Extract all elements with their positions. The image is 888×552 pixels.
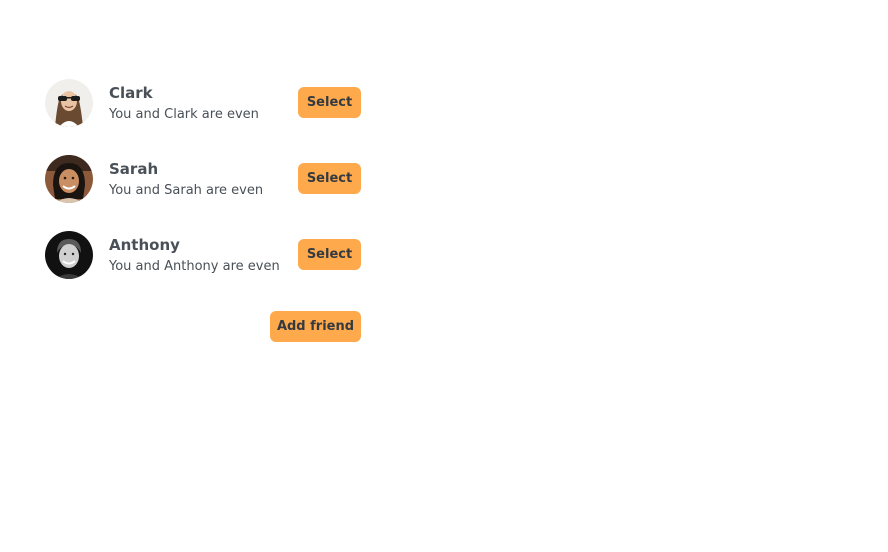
select-button-anthony[interactable]: Select xyxy=(298,239,361,270)
friend-balance: You and Clark are even xyxy=(109,107,259,122)
friend-info: Clark You and Clark are even xyxy=(109,82,259,124)
friend-name: Clark xyxy=(109,84,153,102)
avatar-anthony xyxy=(45,231,93,279)
add-friend-button[interactable]: Add friend xyxy=(270,311,361,342)
select-button-clark[interactable]: Select xyxy=(298,87,361,118)
friend-item-sarah: Sarah You and Sarah are even Select xyxy=(45,152,361,228)
friend-item-clark: Clark You and Clark are even Select xyxy=(45,76,361,152)
select-button-sarah[interactable]: Select xyxy=(298,163,361,194)
friend-info: Sarah You and Sarah are even xyxy=(109,158,263,200)
friend-info: Anthony You and Anthony are even xyxy=(109,234,280,276)
friend-name: Sarah xyxy=(109,160,159,178)
app: Clark You and Clark are even Select Sara… xyxy=(0,0,888,552)
friend-balance: You and Sarah are even xyxy=(109,183,264,198)
friend-balance: You and Anthony are even xyxy=(109,259,280,274)
friend-item-anthony: Anthony You and Anthony are even Select xyxy=(45,228,361,304)
avatar-clark xyxy=(45,79,93,127)
avatar-sarah xyxy=(45,155,93,203)
sidebar: Clark You and Clark are even Select Sara… xyxy=(45,76,361,342)
friend-name: Anthony xyxy=(109,236,180,254)
friends-list: Clark You and Clark are even Select Sara… xyxy=(45,76,361,304)
